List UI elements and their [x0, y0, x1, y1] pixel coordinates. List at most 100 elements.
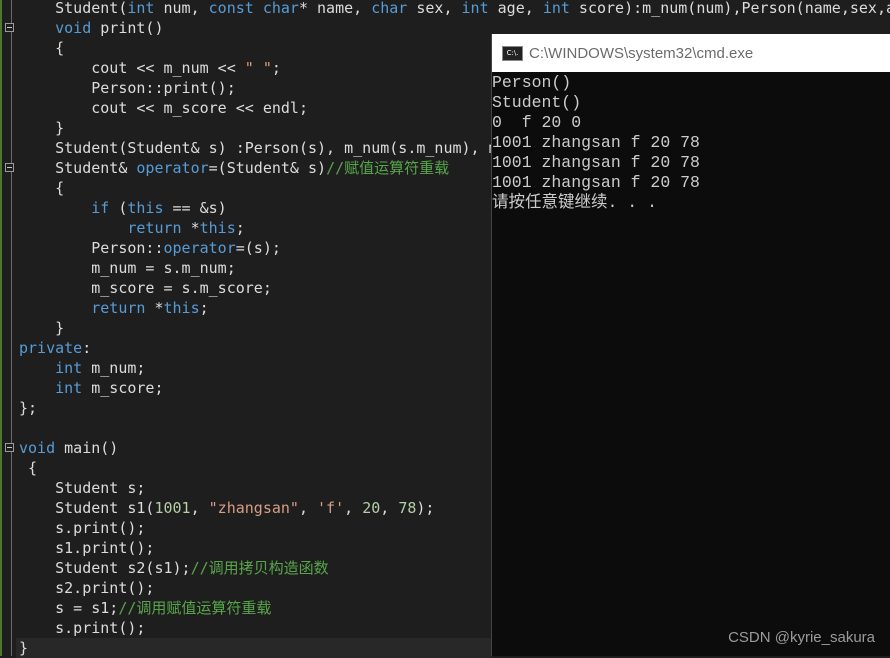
- code-line: Student s1(1001, "zhangsan", 'f', 20, 78…: [19, 498, 434, 518]
- console-title-bar[interactable]: C:\. C:\WINDOWS\system32\cmd.exe: [492, 34, 890, 72]
- code-line: return *this;: [19, 298, 209, 318]
- keyword-token: if: [91, 199, 110, 217]
- keyword-token: char: [371, 0, 408, 17]
- code-token: =(Student& s): [208, 159, 327, 177]
- number-token: 78: [398, 499, 417, 517]
- collapse-icon[interactable]: [5, 23, 14, 32]
- comment-token: //调用赋值运算符重载: [118, 599, 272, 617]
- console-output-line: Student(): [492, 93, 582, 112]
- code-token: {: [19, 459, 38, 477]
- code-line: cout << m_num << " ";: [19, 58, 281, 78]
- code-token: cout << m_num <<: [19, 59, 245, 77]
- console-title: C:\WINDOWS\system32\cmd.exe: [529, 44, 754, 62]
- code-line: void main(): [19, 438, 118, 458]
- code-token: :: [82, 339, 92, 357]
- comment-token: //调用拷贝构造函数: [190, 559, 329, 577]
- keyword-token: this: [199, 219, 236, 237]
- code-line: }: [19, 118, 64, 138]
- code-token: ;: [199, 299, 209, 317]
- console-output-line: Person(): [492, 73, 572, 92]
- code-token: Student s1(: [19, 499, 155, 517]
- code-line: int m_num;: [19, 358, 145, 378]
- code-token: * name,: [298, 0, 372, 17]
- code-token: Person::print();: [19, 79, 236, 97]
- keyword-token: operator: [163, 239, 236, 257]
- keyword-token: int: [542, 0, 570, 17]
- code-token: {: [19, 39, 65, 57]
- code-line: private:: [19, 338, 91, 358]
- console-output-line: 0 f 20 0: [492, 113, 582, 132]
- code-token: main(): [55, 439, 119, 457]
- code-token: =(s);: [235, 239, 281, 257]
- console-output: Person() Student() 0 f 20 0 1001 zhangsan f…: [492, 72, 890, 213]
- code-line: m_score = s.m_score;: [19, 278, 272, 298]
- code-token: Person::: [19, 239, 164, 257]
- code-token: (: [109, 199, 128, 217]
- code-token: m_score = s.m_score;: [19, 279, 272, 297]
- code-token: == &s): [163, 199, 227, 217]
- change-indicator-bar: [0, 0, 2, 656]
- code-line: cout << m_score << endl;: [19, 98, 308, 118]
- code-token: Student s2(s1);: [19, 559, 191, 577]
- code-token: Student(Student& s) :Person(s), m_num(s.…: [19, 139, 498, 157]
- code-line: Person::print();: [19, 78, 236, 98]
- console-window[interactable]: C:\. C:\WINDOWS\system32\cmd.exe Person(…: [491, 34, 890, 656]
- code-token: s2.print();: [19, 579, 155, 597]
- keyword-token: void: [55, 19, 92, 37]
- code-token: Student(: [19, 0, 128, 17]
- code-line: {: [19, 38, 64, 58]
- code-token: ,: [298, 499, 318, 517]
- number-token: 20: [362, 499, 381, 517]
- number-token: 1001: [154, 499, 191, 517]
- code-token: cout << m_score << endl;: [19, 99, 308, 117]
- code-line: Student s;: [19, 478, 145, 498]
- collapse-icon[interactable]: [5, 443, 14, 452]
- code-line: }: [19, 638, 28, 658]
- code-token: Student&: [19, 159, 137, 177]
- code-line: };: [19, 398, 37, 418]
- code-line: s = s1;//调用赋值运算符重载: [19, 598, 271, 618]
- watermark: CSDN @kyrie_sakura: [728, 629, 875, 646]
- code-token: ,: [380, 499, 399, 517]
- console-output-line: 1001 zhangsan f 20 78: [492, 153, 700, 172]
- keyword-token: operator: [136, 159, 209, 177]
- code-token: }: [19, 319, 65, 337]
- keyword-token: int: [127, 0, 155, 17]
- code-token: };: [19, 399, 38, 417]
- keyword-token: return: [127, 219, 182, 237]
- keyword-token: const: [208, 0, 254, 17]
- code-line: s2.print();: [19, 578, 154, 598]
- code-token: ,: [190, 499, 209, 517]
- keyword-token: int: [461, 0, 489, 17]
- keyword-token: int: [55, 359, 83, 377]
- keyword-token: private: [19, 339, 83, 357]
- code-token: s1.print();: [19, 539, 155, 557]
- outline-guide: [11, 0, 12, 656]
- code-token: num,: [154, 0, 209, 17]
- console-output-line: 1001 zhangsan f 20 78: [492, 133, 700, 152]
- code-line: return *this;: [19, 218, 244, 238]
- keyword-token: void: [19, 439, 56, 457]
- keyword-token: char: [262, 0, 299, 17]
- code-token: s = s1;: [19, 599, 119, 617]
- string-token: "zhangsan": [208, 499, 299, 517]
- code-line: Student s2(s1);//调用拷贝构造函数: [19, 558, 329, 578]
- code-line: s.print();: [19, 618, 145, 638]
- code-token: score):m_num(num),Person(name,sex,a: [569, 0, 890, 17]
- code-line: Student& operator=(Student& s)//赋值运算符重载: [19, 158, 449, 178]
- collapse-icon[interactable]: [5, 163, 14, 172]
- code-token: age,: [488, 0, 543, 17]
- code-line: }: [19, 318, 64, 338]
- code-token: m_score;: [82, 379, 164, 397]
- console-output-line: 1001 zhangsan f 20 78: [492, 173, 700, 192]
- code-line: Student(Student& s) :Person(s), m_num(s.…: [19, 138, 498, 158]
- code-token: ;: [271, 59, 281, 77]
- code-token: }: [19, 639, 29, 657]
- code-line: void print(): [19, 18, 163, 38]
